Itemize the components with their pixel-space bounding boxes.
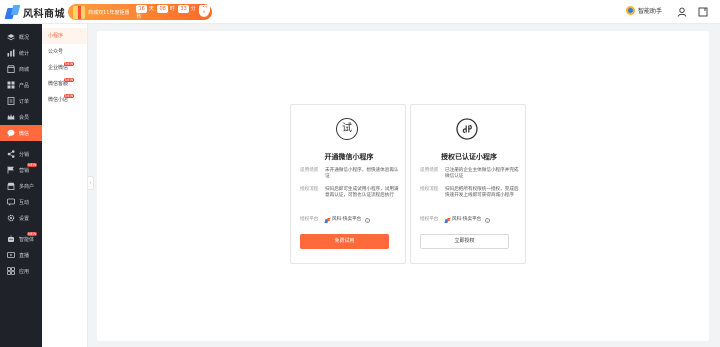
trial-icon: 试 [336,118,358,140]
chart-icon [7,49,15,57]
assistant-icon [626,6,635,15]
submenu-item-wechat-service[interactable]: 微信客服 NEW [42,76,87,92]
link-icon [456,118,478,140]
share-icon [7,150,15,158]
countdown-days: 16 [136,4,147,13]
card-authorize-mini-program: 授权已认证小程序 适用场景 已注册的企业主体微信小程序并完成微信认证 授权流程 … [410,104,526,264]
sidebar-item-marketing[interactable]: 营销 NEW [0,162,42,178]
submenu-item-wechat-shop[interactable]: 微信小店 NEW [42,92,87,108]
authorize-now-button[interactable]: 立即授权 [420,234,509,249]
crown-icon [7,114,15,120]
flag-icon [7,166,14,174]
gift-icon [73,5,86,19]
logout-icon[interactable] [698,7,708,17]
card-open-mini-program: 试 开通微信小程序 适用场景 未开通微信小程序，想快速体验再认证 授权流程 扫码… [290,104,406,264]
info-icon[interactable]: i [365,217,371,223]
sidebar-item-label: 互动 [19,199,30,206]
flow-row: 授权流程 扫码后即可生成试用小程序，试用满意再认证，可暂也认证流程后执行 [300,187,399,198]
sidebar-item-live[interactable]: 直播 [0,247,42,263]
free-trial-button[interactable]: 免费试用 [300,234,389,249]
sidebar-item-overview[interactable]: 概况 [0,29,42,45]
sidebar-item-store[interactable]: 商城 [0,61,42,77]
sidebar-item-agent[interactable]: 智能体 NEW [0,231,42,247]
scene-row: 适用场景 未开通微信小程序，想快速体验再认证 [300,168,399,179]
fengke-logo-icon [445,218,450,223]
promo-banner[interactable]: 商城双11年度钜惠 16天 08时 33分 41秒 › [68,4,212,20]
sidebar-item-label: 应用 [19,268,30,275]
sidebar-item-apps[interactable]: 应用 [0,263,42,279]
top-bar: 风科商城 商城双11年度钜惠 16天 08时 33分 41秒 › 智能助手 [0,0,720,24]
order-icon [7,97,15,105]
sidebar-item-label: 设置 [19,215,30,222]
chevron-right-icon[interactable]: › [199,7,209,17]
sidebar-item-settings[interactable]: 设置 [0,210,42,226]
sidebar-item-stats[interactable]: 统计 [0,45,42,61]
info-icon[interactable]: i [485,217,491,223]
assistant-button[interactable]: 智能助手 [626,6,662,15]
card-title: 授权已认证小程序 [441,153,497,161]
sidebar-item-orders[interactable]: 订单 [0,93,42,109]
tv-icon [7,252,15,258]
logo-text: 风科商城 [23,8,65,20]
submenu-item-mini-program[interactable]: 小程序 [42,28,87,44]
sidebar-item-label: 统计 [19,50,30,57]
gear-icon [7,214,15,222]
assistant-label: 智能助手 [638,8,663,15]
platform-row: 授权平台 风科-快卖平台 i [420,217,520,223]
sidebar-item-members[interactable]: 会员 [0,109,42,125]
fengke-logo-icon [325,218,330,223]
countdown-hours: 08 [157,4,168,13]
collapse-submenu-toggle[interactable]: ‹ [88,176,94,190]
store-icon [7,65,15,73]
new-badge: NEW [27,163,38,167]
user-icon[interactable] [677,7,687,17]
apps-icon [7,267,15,275]
new-badge: NEW [64,62,75,66]
sidebar-item-label: 概况 [19,34,30,41]
sidebar-item-label: 智能体 [19,236,35,243]
sidebar-item-label: 微信 [19,130,30,137]
sidebar-item-label: 产品 [19,82,30,89]
sidebar-item-interaction[interactable]: 互动 [0,194,42,210]
flow-row: 授权流程 扫码后把所有权限统一授权，完成后快速开发上线即可获得商城小程序 [420,187,519,198]
sidebar-item-wechat[interactable]: 微信 [0,125,42,141]
robot-icon [8,235,14,242]
sidebar-item-merchants[interactable]: 多商户 [0,178,42,194]
submenu-item-official-account[interactable]: 公众号 [42,44,87,60]
new-badge: NEW [64,78,75,82]
new-badge: NEW [27,232,38,236]
main-content: 试 开通微信小程序 适用场景 未开通微信小程序，想快速体验再认证 授权流程 扫码… [97,31,709,341]
promo-text: 商城双11年度钜惠 [88,9,130,16]
card-title: 开通微信小程序 [324,153,374,161]
platform-row: 授权平台 风科-快卖平台 i [300,217,400,223]
sidebar-item-label: 商城 [19,66,30,73]
submenu: 小程序 公众号 企业微信 NEW 微信客服 NEW 微信小店 NEW [42,24,88,347]
logo[interactable]: 风科商城 [4,4,65,20]
sidebar-item-label: 会员 [19,114,30,121]
grid-icon [7,81,15,89]
sidebar-item-label: 订单 [19,98,30,105]
shop-icon [7,182,15,190]
layers-icon [7,34,15,41]
sidebar-item-label: 营销 [19,167,30,174]
sidebar: 概况 统计 商城 产品 订单 会员 微信 分销 营销 NEW 多商户 互动 设置… [0,24,42,347]
sidebar-item-label: 多商户 [19,183,35,190]
countdown-minutes: 33 [178,4,189,13]
sidebar-item-distribution[interactable]: 分销 [0,146,42,162]
sidebar-item-products[interactable]: 产品 [0,77,42,93]
message-icon [7,198,15,206]
sidebar-item-label: 直播 [19,252,30,259]
submenu-item-wecom[interactable]: 企业微信 NEW [42,60,87,76]
new-badge: NEW [64,94,75,98]
scene-row: 适用场景 已注册的企业主体微信小程序并完成微信认证 [420,168,519,179]
chat-icon [7,129,15,137]
sidebar-item-label: 分销 [19,151,30,158]
logo-mark-icon [4,5,21,19]
